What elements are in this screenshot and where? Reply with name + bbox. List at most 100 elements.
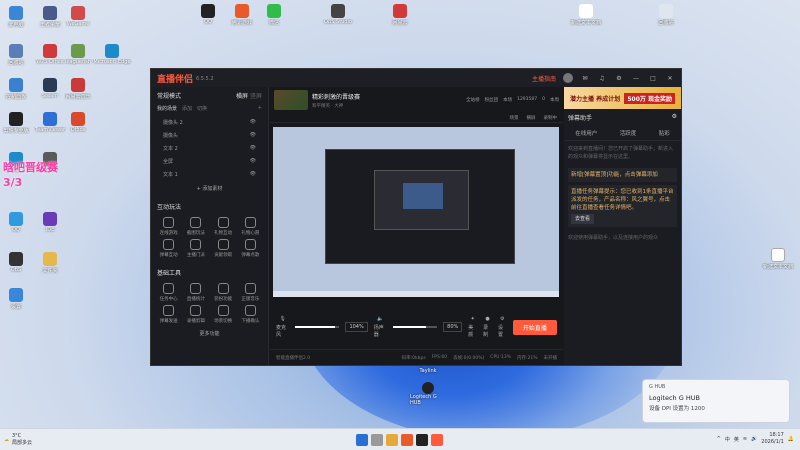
- eye-icon[interactable]: 👁: [250, 145, 256, 152]
- rank-link[interactable]: 全站榜: [466, 97, 480, 103]
- desktop-icon[interactable]: IDE: [30, 212, 70, 233]
- tab-switch[interactable]: 切换: [197, 105, 207, 112]
- desktop-icon[interactable]: 新建文本文档: [566, 4, 606, 26]
- search-icon[interactable]: [371, 434, 383, 446]
- desktop-icon[interactable]: 回收站: [646, 4, 686, 26]
- app-icon-1[interactable]: [401, 434, 413, 446]
- scene-item[interactable]: 摄像头 2 👁: [151, 116, 268, 129]
- tool-button[interactable]: 礼物互动: [210, 217, 237, 236]
- record-icon[interactable]: ●: [485, 316, 489, 322]
- desktop-icon[interactable]: 微信: [254, 4, 294, 26]
- speaker-icon[interactable]: 🔈: [377, 316, 383, 322]
- eye-icon[interactable]: 👁: [250, 119, 256, 126]
- danmaku-card-1[interactable]: 新增[弹幕置顶]功能，点击弹幕添加: [568, 168, 677, 182]
- clock[interactable]: 18:17 2026/1/1: [761, 432, 783, 446]
- tool-button[interactable]: 场景切换: [210, 305, 237, 324]
- status-left[interactable]: 智能直播伴侣2.0: [276, 355, 310, 361]
- eye-icon[interactable]: 👁: [250, 158, 256, 165]
- tab-add[interactable]: 添加: [182, 105, 192, 112]
- room-cover[interactable]: [274, 90, 308, 110]
- desktop-icon[interactable]: OBS Studio: [318, 4, 358, 25]
- start-icon[interactable]: [356, 434, 368, 446]
- scene-item[interactable]: 摄像头 👁: [151, 129, 268, 142]
- minimize-button[interactable]: —: [631, 75, 641, 82]
- scene-item[interactable]: 文本 1 👁: [151, 168, 268, 181]
- lang-icon[interactable]: 英: [734, 436, 739, 443]
- eye-icon[interactable]: 👁: [250, 132, 256, 139]
- avatar[interactable]: [563, 73, 573, 83]
- beauty-icon[interactable]: ✦: [471, 316, 475, 322]
- tool-button[interactable]: 弹幕互动: [155, 239, 182, 258]
- mode-label[interactable]: 常规模式: [157, 91, 181, 100]
- tool-button[interactable]: 录播剪辑: [182, 305, 209, 324]
- desktop-icon[interactable]: WeGame: [58, 6, 98, 27]
- desktop-icon[interactable]: 网易云音乐: [58, 78, 98, 100]
- fans-link[interactable]: 粉丝团: [485, 97, 499, 103]
- view-task-button[interactable]: 去查看: [571, 214, 595, 224]
- settings-icon[interactable]: ⚙: [614, 75, 624, 82]
- desktop-icon[interactable]: Office: [58, 112, 98, 133]
- room-title[interactable]: 精彩刺激的晋级赛: [312, 92, 360, 101]
- tool-button[interactable]: 弹幕发送: [155, 305, 182, 324]
- file-explorer-icon[interactable]: [386, 434, 398, 446]
- speaker-percent[interactable]: 80%: [443, 322, 463, 332]
- mic-percent[interactable]: 104%: [345, 322, 368, 332]
- tool-button[interactable]: 直播统计: [182, 283, 209, 302]
- ime-icon[interactable]: 中: [725, 436, 730, 443]
- go-live-button[interactable]: 开始直播: [512, 319, 557, 335]
- scene-item[interactable]: 文本 2 👁: [151, 142, 268, 155]
- add-source-button[interactable]: + 添加素材: [165, 185, 254, 192]
- tool-button[interactable]: 任务中心: [155, 283, 182, 302]
- mode-portrait[interactable]: 竖屏: [250, 93, 262, 100]
- mode-landscape[interactable]: 横屏: [236, 93, 248, 100]
- preview-record-label[interactable]: 录制中: [544, 115, 558, 121]
- tool-button[interactable]: 主播门派: [182, 239, 209, 258]
- tool-button[interactable]: 连线游戏: [155, 217, 182, 236]
- speaker-slider[interactable]: [393, 326, 438, 328]
- tray-chevron-icon[interactable]: ^: [717, 436, 721, 442]
- tab-my-scenes[interactable]: 我的场景: [157, 105, 177, 112]
- headset-icon[interactable]: ♫: [597, 75, 607, 82]
- notification-toast[interactable]: G HUB Logitech G HUB 设备 DPI 设置为 1200: [642, 379, 790, 423]
- weather-widget[interactable]: ☁ 3°C 局部多云: [4, 433, 32, 446]
- live-companion-taskbar-icon[interactable]: [431, 434, 443, 446]
- volume-icon[interactable]: 🔊: [751, 436, 757, 442]
- tab-activity[interactable]: 活跃度: [620, 129, 637, 137]
- tab-online-users[interactable]: 在线用户: [575, 129, 597, 137]
- add-scene-icon[interactable]: +: [258, 105, 262, 112]
- tool-button[interactable]: 装扮功能: [210, 283, 237, 302]
- ghub-desktop-icon[interactable]: Taylink Logitech G HUB: [410, 368, 446, 406]
- promo-banner[interactable]: 潜力主播 养成计划 500万 现金奖励: [564, 87, 681, 109]
- message-icon[interactable]: ✉: [580, 75, 590, 82]
- eye-icon[interactable]: 👁: [250, 171, 256, 178]
- desktop-icon[interactable]: 设置: [0, 288, 36, 310]
- mic-slider[interactable]: [295, 326, 340, 328]
- notification-bell-icon[interactable]: 🔔: [788, 436, 794, 442]
- tool-button[interactable]: 贡献领取: [210, 239, 237, 258]
- desktop-file-icon[interactable]: 新建文本文档: [758, 248, 798, 270]
- settings-gear-icon[interactable]: ⚙: [500, 316, 504, 322]
- wifi-icon[interactable]: ≋: [743, 436, 747, 442]
- more-functions-button[interactable]: 更多功能: [151, 330, 268, 337]
- maximize-button[interactable]: □: [648, 75, 658, 82]
- desktop-app-icon: [105, 44, 119, 58]
- desktop-icon[interactable]: 文件夹: [30, 252, 70, 274]
- tool-button[interactable]: 弹幕点歌: [237, 239, 264, 258]
- scene-item[interactable]: 全屏 👁: [151, 155, 268, 168]
- tool-button[interactable]: 礼物心愿: [237, 217, 264, 236]
- desktop-icon[interactable]: 网易云: [380, 4, 420, 26]
- tool-button[interactable]: 正版音乐: [237, 283, 264, 302]
- danmaku-settings-icon[interactable]: ⚙: [672, 113, 677, 122]
- tool-button[interactable]: 下播确认: [237, 305, 264, 324]
- stream-preview[interactable]: [273, 127, 559, 297]
- tab-stickers[interactable]: 贴彩: [659, 129, 670, 137]
- guide-link[interactable]: 主播指南: [532, 74, 556, 83]
- app-icon-2[interactable]: [416, 434, 428, 446]
- desktop-icon[interactable]: Microsoft Edge: [92, 44, 132, 65]
- tool-button[interactable]: 截图玩法: [182, 217, 209, 236]
- mic-icon[interactable]: 🎙: [279, 316, 285, 322]
- preview-scene-label[interactable]: 场景: [510, 115, 519, 121]
- close-button[interactable]: ✕: [665, 75, 675, 82]
- room-category[interactable]: 和平精英 · 大神: [312, 103, 360, 109]
- preview-orient-label[interactable]: 横屏: [527, 115, 536, 121]
